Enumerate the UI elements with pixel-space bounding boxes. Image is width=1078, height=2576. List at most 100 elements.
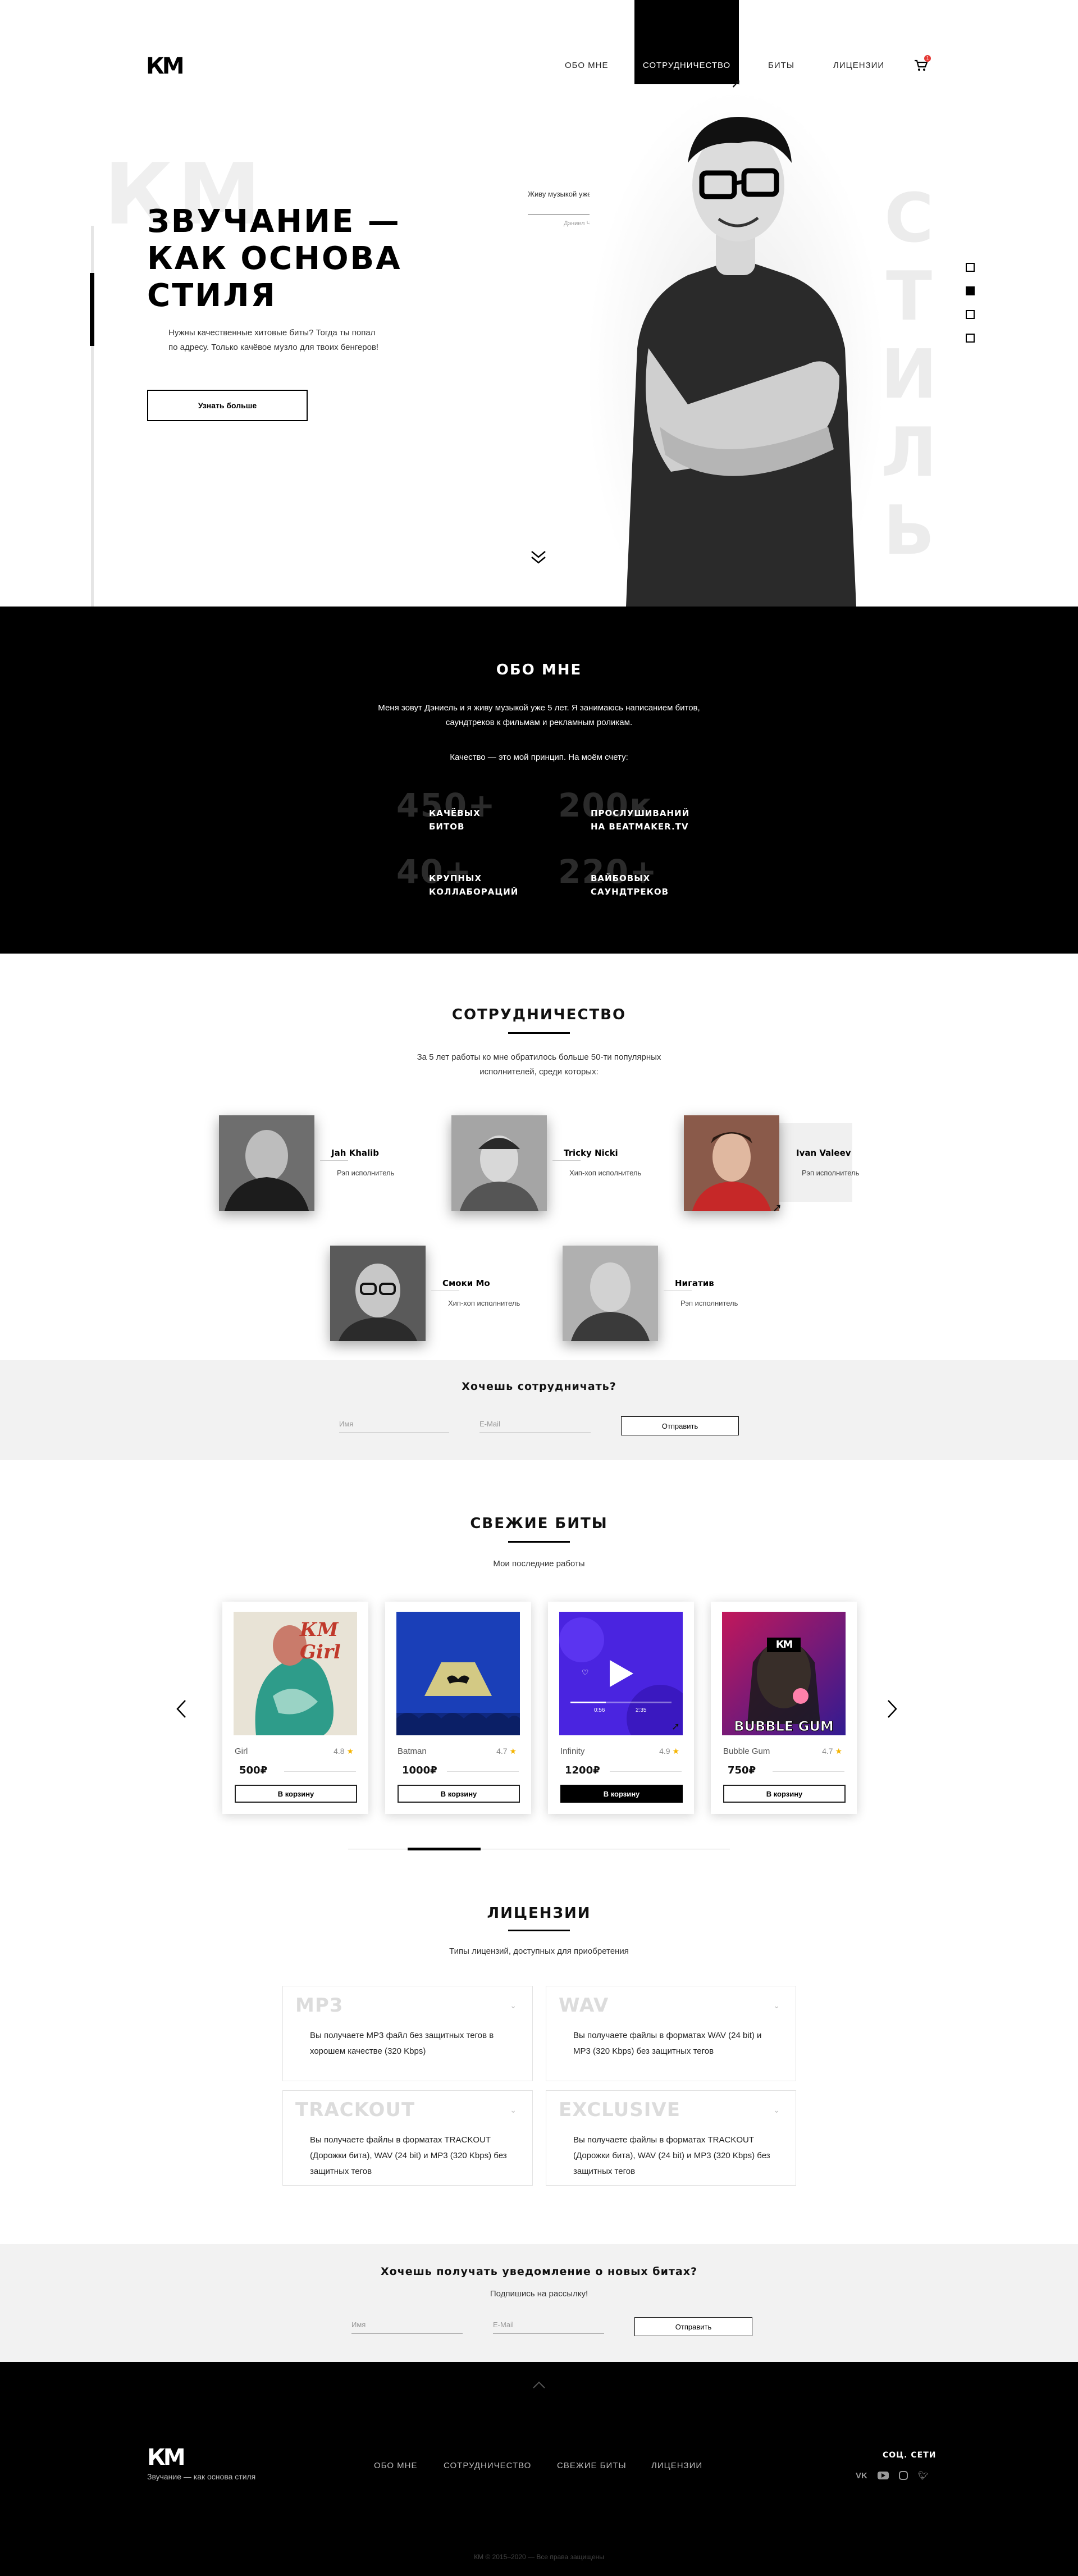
add-to-cart-button[interactable]: В корзину bbox=[235, 1785, 357, 1803]
beat-card[interactable]: КМ BUBBLE GUM Bubble Gum 4.7 ★ 750₽ В ко… bbox=[711, 1602, 857, 1814]
stat-item: 450+ КАЧЁВЫХ БИТОВ bbox=[396, 786, 496, 832]
coop-submit-button[interactable]: Отправить bbox=[621, 1416, 739, 1435]
licenses-subtitle: Типы лицензий, доступных для приобретени… bbox=[449, 1946, 629, 1956]
title-underline bbox=[508, 1930, 570, 1931]
vertical-word: СТИЛЬ bbox=[880, 180, 938, 570]
footer-logo[interactable]: КМ bbox=[147, 2446, 185, 2469]
copyright: КМ © 2015–2020 — Все права защищены bbox=[474, 2553, 604, 2561]
footer-nav-coop[interactable]: СОТРУДНИЧЕСТВО bbox=[444, 2461, 531, 2470]
nav-about[interactable]: ОБО МНЕ bbox=[565, 61, 609, 70]
artist-role: Хип-хоп исполнитель bbox=[448, 1299, 520, 1307]
chevron-left-icon[interactable] bbox=[176, 1699, 186, 1718]
license-card[interactable]: WAV ⌄ Вы получаете файлы в форматах WAV (… bbox=[546, 1986, 796, 2081]
licenses-section: ЛИЦЕНЗИИ Типы лицензий, доступных для пр… bbox=[0, 1887, 1078, 2241]
cursor-icon: ➚ bbox=[672, 1721, 680, 1732]
logo[interactable]: КМ bbox=[146, 55, 184, 77]
about-principle: Качество — это мой принцип. На моём счет… bbox=[450, 753, 628, 762]
beats-title: СВЕЖИЕ БИТЫ bbox=[470, 1515, 608, 1532]
slider-dot[interactable] bbox=[966, 310, 975, 319]
footer-nav-licenses[interactable]: ЛИЦЕНЗИИ bbox=[651, 2461, 702, 2470]
star-icon: ★ bbox=[346, 1747, 354, 1756]
artist-photo bbox=[563, 1246, 658, 1341]
cart-badge: 1 bbox=[924, 55, 931, 62]
add-to-cart-button[interactable]: В корзину bbox=[723, 1785, 846, 1803]
beats-scroll-thumb[interactable] bbox=[408, 1848, 481, 1850]
license-card[interactable]: MP3 ⌄ Вы получаете MP3 файл без защитных … bbox=[282, 1986, 533, 2081]
beat-price: 1200₽ bbox=[565, 1765, 600, 1776]
coop-title: СОТРУДНИЧЕСТВО bbox=[451, 1006, 627, 1023]
newsletter-name-field[interactable]: Имя bbox=[351, 2320, 463, 2334]
like-icon[interactable]: ♡ bbox=[582, 1668, 589, 1677]
email-field[interactable]: E-Mail bbox=[479, 1420, 591, 1433]
scroll-up-icon[interactable] bbox=[532, 2381, 546, 2389]
name-field[interactable]: Имя bbox=[339, 1420, 449, 1433]
newsletter-email-field[interactable]: E-Mail bbox=[493, 2320, 604, 2334]
newsletter-title: Хочешь получать уведомление о новых бита… bbox=[380, 2265, 697, 2278]
instagram-icon[interactable] bbox=[898, 2471, 908, 2480]
artist-name: Нигатив bbox=[675, 1278, 714, 1288]
nav-coop[interactable]: СОТРУДНИЧЕСТВО bbox=[634, 0, 739, 84]
beats-subtitle: Мои последние работы bbox=[493, 1559, 585, 1569]
beat-cover: КМ BUBBLE GUM bbox=[722, 1612, 846, 1735]
social-links: VK 🐦︎ bbox=[856, 2470, 934, 2481]
beat-rating: 4.7 ★ bbox=[822, 1747, 842, 1756]
player-progress[interactable] bbox=[570, 1702, 672, 1703]
beats-section: СВЕЖИЕ БИТЫ Мои последние работы bbox=[0, 1460, 1078, 1887]
chevron-right-icon[interactable] bbox=[887, 1699, 897, 1718]
beat-rating: 4.9 ★ bbox=[659, 1747, 679, 1756]
add-to-cart-button[interactable]: В корзину bbox=[398, 1785, 520, 1803]
slider-dot[interactable] bbox=[966, 263, 975, 272]
artist-card[interactable]: Tricky Nicki Хип-хоп исполнитель bbox=[451, 1115, 693, 1211]
beat-cover: КМ Girl bbox=[234, 1612, 357, 1735]
slider-dot-active[interactable] bbox=[966, 286, 975, 295]
youtube-icon[interactable] bbox=[877, 2472, 889, 2479]
nav-beats[interactable]: БИТЫ bbox=[768, 61, 794, 70]
hero-side-marker bbox=[90, 273, 94, 346]
artist-role: Хип-хоп исполнитель bbox=[569, 1169, 642, 1177]
beat-name: Infinity bbox=[560, 1747, 585, 1756]
license-card[interactable]: TRACKOUT ⌄ Вы получаете файлы в форматах … bbox=[282, 2090, 533, 2186]
beat-card[interactable]: КМ Girl Girl 4.8 ★ 500₽ В корзину bbox=[222, 1602, 368, 1814]
time-total: 2:35 bbox=[636, 1707, 647, 1713]
beat-name: Girl bbox=[235, 1747, 248, 1756]
artist-name: Смоки Мо bbox=[442, 1278, 490, 1288]
artist-card-hover[interactable]: Ivan Valeev Рэп исполнитель ➚ bbox=[684, 1115, 925, 1214]
scroll-down-icon[interactable] bbox=[530, 550, 547, 564]
footer-nav-beats[interactable]: СВЕЖИЕ БИТЫ bbox=[557, 2461, 627, 2470]
hero-title: ЗВУЧАНИЕ — КАК ОСНОВА СТИЛЯ bbox=[147, 203, 402, 314]
beat-card[interactable]: Batman 4.7 ★ 1000₽ В корзину bbox=[385, 1602, 531, 1814]
star-icon: ★ bbox=[509, 1747, 517, 1756]
chevron-down-icon: ⌄ bbox=[510, 2001, 517, 2010]
beat-rating: 4.8 ★ bbox=[334, 1747, 354, 1756]
newsletter-subtitle: Подпишись на рассылку! bbox=[490, 2289, 588, 2299]
artist-card[interactable]: Нигатив Рэп исполнитель bbox=[563, 1246, 804, 1341]
license-card[interactable]: EXCLUSIVE ⌄ Вы получаете файлы в форматах… bbox=[546, 2090, 796, 2186]
beat-price: 500₽ bbox=[239, 1765, 268, 1776]
footer-nav-about[interactable]: ОБО МНЕ bbox=[374, 2461, 418, 2470]
artist-card[interactable]: Смоки Мо Хип-хоп исполнитель bbox=[330, 1246, 572, 1341]
beat-card-playing[interactable]: ♡ 0:56 2:35 ➚ Infinity 4.9 ★ 1200₽ В кор… bbox=[548, 1602, 694, 1814]
newsletter-submit-button[interactable]: Отправить bbox=[634, 2317, 752, 2336]
title-underline bbox=[508, 1541, 570, 1543]
beat-name: Batman bbox=[398, 1747, 427, 1756]
add-to-cart-button[interactable]: В корзину bbox=[560, 1785, 683, 1803]
about-title: ОБО МНЕ bbox=[496, 662, 582, 678]
artist-role: Рэп исполнитель bbox=[680, 1299, 738, 1307]
cart-button[interactable]: 1 bbox=[914, 55, 931, 75]
slider-dot[interactable] bbox=[966, 334, 975, 343]
chevron-down-icon: ⌄ bbox=[510, 2105, 517, 2114]
artist-card[interactable]: Jah Khalib Рэп исполнитель bbox=[219, 1115, 460, 1211]
coop-text: За 5 лет работы ко мне обратилось больше… bbox=[417, 1052, 661, 1062]
artist-role: Рэп исполнитель bbox=[337, 1169, 395, 1177]
twitter-icon[interactable]: 🐦︎ bbox=[918, 2470, 929, 2481]
cursor-icon: ➚ bbox=[773, 1202, 782, 1214]
learn-more-button[interactable]: Узнать больше bbox=[147, 390, 308, 421]
stat-item: 40+ КРУПНЫХ КОЛЛАБОРАЦИЙ bbox=[396, 852, 519, 897]
licenses-title: ЛИЦЕНЗИИ bbox=[487, 1905, 591, 1922]
nav-licenses[interactable]: ЛИЦЕНЗИИ bbox=[833, 61, 884, 70]
beat-rating: 4.7 ★ bbox=[496, 1747, 517, 1756]
star-icon: ★ bbox=[835, 1747, 842, 1756]
play-icon[interactable] bbox=[606, 1658, 636, 1689]
beat-price: 1000₽ bbox=[402, 1765, 437, 1776]
vk-icon[interactable]: VK bbox=[856, 2471, 867, 2481]
